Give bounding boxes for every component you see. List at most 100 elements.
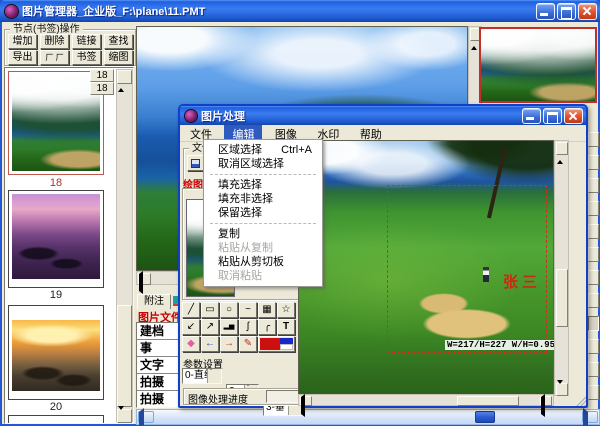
- tool-rectangle-icon[interactable]: ▭: [201, 302, 219, 318]
- menu-item-copy[interactable]: 复制: [204, 227, 322, 241]
- menu-separator: [210, 174, 316, 175]
- tool-bars-icon[interactable]: ▂▅: [220, 319, 238, 335]
- child-maximize-button[interactable]: [543, 108, 562, 124]
- tool-star-icon[interactable]: ☆: [277, 302, 295, 318]
- maximize-button[interactable]: [557, 3, 576, 20]
- close-button[interactable]: [578, 3, 597, 20]
- tool-arc-icon[interactable]: ╭: [258, 319, 276, 335]
- arrow-down-icon: [557, 380, 563, 401]
- menu-item-keep-selection[interactable]: 保留选择: [204, 206, 322, 220]
- tool-pen-icon[interactable]: ✎: [239, 336, 257, 352]
- tool-text-icon[interactable]: T: [277, 319, 295, 335]
- child-minimize-button[interactable]: [522, 108, 541, 124]
- save-icon: [191, 159, 200, 168]
- strip-button-5[interactable]: [588, 224, 599, 239]
- thumbnail-label-18: 18: [8, 177, 104, 189]
- notes-tab[interactable]: 附注: [137, 294, 171, 309]
- tool-ribbon-icon[interactable]: ∫: [239, 319, 257, 335]
- scroll-up-button[interactable]: [556, 142, 568, 155]
- bottom-hscrollbar[interactable]: [136, 409, 600, 425]
- minimize-icon: [540, 13, 548, 16]
- thumbnail-item-20[interactable]: [8, 305, 104, 400]
- canvas-hscrollbar[interactable]: [298, 394, 554, 406]
- arrow-up-icon: [118, 71, 124, 92]
- arrow-down-icon: [118, 406, 124, 424]
- watermark-text: 张三: [503, 271, 541, 292]
- flags-button[interactable]: 厂 厂: [40, 50, 69, 65]
- thumbnail-image-18: [12, 75, 100, 171]
- canvas-vscrollbar[interactable]: [554, 140, 569, 396]
- delete-button[interactable]: 删除: [40, 34, 69, 49]
- selected-image-preview[interactable]: [479, 27, 597, 103]
- strip-button-7[interactable]: [588, 270, 599, 285]
- scrollbar-thumb[interactable]: [457, 396, 519, 406]
- menu-item-paste-from-copy: 粘贴从复制: [204, 241, 322, 255]
- thumbnail-button[interactable]: 缩图: [104, 50, 133, 65]
- line-type-dropdown[interactable]: 0-直线: [182, 368, 222, 384]
- notes-tab-label: 附注: [144, 296, 164, 307]
- palette-white-swatch: [280, 344, 293, 350]
- link-button[interactable]: 链接: [72, 34, 101, 49]
- dropdown-button[interactable]: [207, 369, 221, 383]
- chevron-down-icon: [208, 368, 214, 381]
- save-button[interactable]: [187, 155, 204, 171]
- export-button[interactable]: 导出: [8, 50, 37, 65]
- menu-item-select-region[interactable]: 区域选择 Ctrl+A: [204, 143, 322, 157]
- tool-arrow-downleft-icon[interactable]: ↙: [182, 319, 200, 335]
- tool-eraser-icon[interactable]: ◆: [182, 336, 200, 352]
- thumbnail-list: 18 19 20 18 18: [4, 67, 134, 424]
- resize-grip[interactable]: [576, 396, 586, 406]
- menu-item-paste-from-clipboard[interactable]: 粘贴从剪切板: [204, 255, 322, 269]
- strip-button-6[interactable]: [588, 247, 599, 262]
- strip-button-4[interactable]: [588, 201, 599, 216]
- arrow-left-icon: [139, 408, 144, 426]
- size-status: W=217/H=227 W/H=0.956: [445, 340, 562, 350]
- strip-button-2[interactable]: [588, 155, 599, 170]
- add-button[interactable]: 增加: [8, 34, 37, 49]
- strip-button-11[interactable]: [588, 362, 599, 377]
- tool-arrow-right-icon[interactable]: →: [220, 336, 238, 352]
- strip-button-1[interactable]: [588, 132, 599, 147]
- strip-button-9-pressed[interactable]: [588, 316, 599, 331]
- thumbnail-item-19[interactable]: [8, 190, 104, 288]
- scroll-down-button[interactable]: [556, 383, 568, 396]
- scroll-left-button[interactable]: [300, 396, 312, 406]
- arrow-up-icon: [471, 29, 477, 50]
- minimize-button[interactable]: [536, 3, 555, 20]
- tool-arrow-upright-icon[interactable]: ↗: [201, 319, 219, 335]
- menu-item-fill-inverse[interactable]: 填充非选择: [204, 192, 322, 206]
- menu-item-fill-selection[interactable]: 填充选择: [204, 178, 322, 192]
- scrollbar-thumb[interactable]: [475, 411, 495, 423]
- tool-curve-icon[interactable]: ~: [239, 302, 257, 318]
- scroll-down-button[interactable]: [117, 409, 132, 423]
- tool-line-icon[interactable]: ╱: [182, 302, 200, 318]
- golfer-figure: [483, 267, 489, 282]
- arrow-left-icon: [301, 394, 305, 417]
- scroll-left-button[interactable]: [138, 273, 151, 285]
- scrollbar-thumb[interactable]: [117, 305, 132, 407]
- strip-button-10[interactable]: [588, 339, 599, 354]
- node-number-box-top[interactable]: 18: [90, 69, 114, 82]
- thumbnail-list-scrollbar[interactable]: [116, 69, 133, 422]
- tool-arrow-left-icon[interactable]: ←: [201, 336, 219, 352]
- find-button[interactable]: 查找: [104, 34, 133, 49]
- strip-button-12[interactable]: [588, 385, 599, 400]
- tool-ellipse-icon[interactable]: ○: [220, 302, 238, 318]
- scroll-left-button[interactable]: [138, 411, 154, 423]
- scroll-up-button[interactable]: [117, 70, 132, 84]
- tool-color-palette[interactable]: [258, 336, 295, 352]
- menu-item-cancel-region[interactable]: 取消区域选择: [204, 157, 322, 171]
- selection-rectangle[interactable]: [387, 185, 547, 353]
- strip-button-3[interactable]: [588, 178, 599, 193]
- tool-pattern-icon[interactable]: ▦: [258, 302, 276, 318]
- scrollbar-thumb[interactable]: [556, 269, 568, 327]
- arrow-right-icon: [541, 394, 545, 417]
- child-close-button[interactable]: [564, 108, 583, 124]
- strip-button-8[interactable]: [588, 293, 599, 308]
- scroll-right-button[interactable]: [582, 411, 598, 423]
- app-icon: [5, 5, 18, 18]
- bookmark-button[interactable]: 书签: [72, 50, 101, 65]
- scroll-right-button[interactable]: [540, 396, 552, 406]
- edit-canvas[interactable]: 张三 W=217/H=227 W/H=0.956: [298, 140, 554, 396]
- node-number-box-bottom[interactable]: 18: [90, 82, 114, 95]
